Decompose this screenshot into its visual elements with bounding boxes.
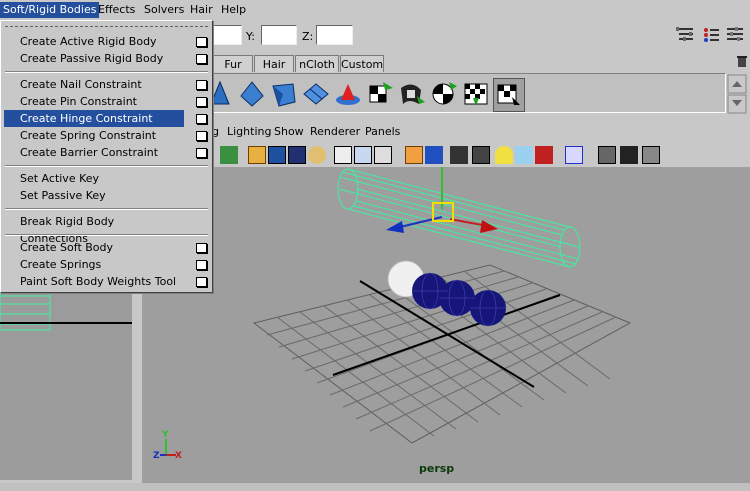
panel-menu-shading[interactable]: g	[212, 125, 219, 138]
shaded-cube-icon[interactable]	[425, 146, 443, 164]
sphere-checker-shelf-icon[interactable]	[429, 78, 459, 110]
side-viewport[interactable]	[0, 289, 132, 480]
menu-separator	[5, 71, 208, 73]
trash-icon[interactable]	[736, 55, 748, 68]
option-box-icon[interactable]	[196, 131, 207, 141]
option-box-icon[interactable]	[196, 114, 207, 124]
selected-shelf-icon[interactable]	[493, 78, 525, 112]
x-field[interactable]	[212, 25, 242, 45]
bottom-bar	[0, 483, 750, 491]
panel-menubar: g Lighting Show Renderer Panels	[140, 123, 750, 143]
menu-help[interactable]: Help	[218, 2, 249, 18]
cone-field-shelf-icon[interactable]	[333, 78, 363, 110]
perspective-viewport[interactable]: Y Z X	[142, 167, 750, 483]
xray-icon[interactable]	[405, 146, 423, 164]
panel-menu-renderer[interactable]: Renderer	[310, 125, 360, 138]
shelf-icon-area	[200, 73, 726, 113]
ice-cube-icon[interactable]	[515, 146, 533, 164]
panel-menu-panels[interactable]: Panels	[365, 125, 400, 138]
camera-label: persp	[419, 462, 455, 475]
resolution-gate-icon[interactable]	[288, 146, 306, 164]
side-viewport-canvas	[0, 289, 132, 331]
y-field[interactable]	[261, 25, 297, 45]
attribute-editor-icon[interactable]	[675, 26, 697, 44]
plane-shelf-icon[interactable]	[301, 78, 331, 110]
hud-icon[interactable]	[598, 146, 616, 164]
axis-z-label: Z	[153, 451, 160, 461]
option-box-icon[interactable]	[196, 80, 207, 90]
smooth-shade-icon[interactable]	[354, 146, 372, 164]
camera-attr-icon[interactable]	[220, 146, 238, 164]
option-box-icon[interactable]	[196, 148, 207, 158]
axis-y-label: Y	[161, 430, 169, 440]
option-box-icon[interactable]	[196, 243, 207, 253]
tool-settings-icon[interactable]	[725, 26, 747, 44]
menu-item-break-rigid-body-connections[interactable]: Break Rigid Body Connections	[4, 213, 184, 245]
tab-hair[interactable]: Hair	[254, 55, 294, 72]
menu-item-paint-soft-body-weights-tool[interactable]: Paint Soft Body Weights Tool	[4, 273, 184, 290]
lighting-all-icon[interactable]	[472, 146, 490, 164]
film-gate-icon[interactable]	[268, 146, 286, 164]
soft-rigid-bodies-menu: Create Active Rigid Body Create Passive …	[0, 20, 213, 293]
z-label: Z:	[302, 30, 314, 43]
menu-solvers[interactable]: Solvers	[141, 2, 187, 18]
main-menubar: Soft/Rigid Bodies Effects Solvers Hair H…	[0, 0, 750, 20]
panel-menu-show[interactable]: Show	[274, 125, 304, 138]
menu-item-create-active-rigid-body[interactable]: Create Active Rigid Body	[4, 33, 184, 50]
menu-item-create-passive-rigid-body[interactable]: Create Passive Rigid Body	[4, 50, 184, 67]
safe-frame-icon[interactable]	[620, 146, 638, 164]
axis-indicator	[160, 439, 176, 456]
menu-item-create-soft-body[interactable]: Create Soft Body	[4, 239, 184, 256]
grid-toggle-icon[interactable]	[248, 146, 266, 164]
joint-icon[interactable]	[642, 146, 660, 164]
tab-custom[interactable]: Custom	[340, 55, 384, 72]
menu-item-set-passive-key[interactable]: Set Passive Key	[4, 187, 184, 204]
cloth-shelf-icon[interactable]	[397, 78, 427, 110]
checker-cube-shelf-icon[interactable]	[461, 78, 491, 110]
wedge-shelf-icon[interactable]	[269, 78, 299, 110]
red-cube-icon[interactable]	[535, 146, 553, 164]
dark-cube-icon[interactable]	[450, 146, 468, 164]
option-box-icon[interactable]	[196, 260, 207, 270]
menu-item-create-spring-constraint[interactable]: Create Spring Constraint	[4, 127, 184, 144]
option-box-icon[interactable]	[196, 97, 207, 107]
viewport-canvas: Y Z X	[153, 167, 632, 461]
menu-tearoff[interactable]	[5, 26, 208, 31]
menu-item-create-pin-constraint[interactable]: Create Pin Constraint	[4, 93, 184, 110]
menu-separator	[5, 234, 208, 236]
option-box-icon[interactable]	[196, 37, 207, 47]
menu-separator	[5, 165, 208, 167]
menu-soft-rigid-bodies[interactable]: Soft/Rigid Bodies	[0, 2, 100, 18]
checker-arrow-shelf-icon[interactable]	[365, 78, 395, 110]
z-field[interactable]	[316, 25, 353, 45]
menu-effects[interactable]: Effects	[95, 2, 138, 18]
default-light-icon[interactable]	[495, 146, 513, 164]
tab-ncloth[interactable]: nCloth	[295, 55, 339, 72]
menu-item-create-barrier-constraint[interactable]: Create Barrier Constraint	[4, 144, 184, 161]
isolate-select-icon[interactable]	[565, 146, 583, 164]
tab-fur[interactable]: Fur	[213, 55, 253, 72]
wireframe-icon[interactable]	[334, 146, 352, 164]
image-plane-icon[interactable]	[308, 146, 326, 164]
texture-icon[interactable]	[374, 146, 392, 164]
panel-toolbar	[140, 143, 750, 167]
axis-x-label: X	[175, 451, 182, 461]
shelf-scroll-buttons[interactable]	[727, 74, 747, 114]
hinge-cylinder-wireframe	[337, 168, 581, 268]
panel-menu-lighting[interactable]: Lighting	[227, 125, 271, 138]
menu-item-create-hinge-constraint[interactable]: Create Hinge Constraint	[4, 110, 184, 127]
y-label: Y:	[246, 30, 255, 43]
pyramid-shelf-icon[interactable]	[237, 78, 267, 110]
channel-box-icon[interactable]	[700, 26, 722, 44]
option-box-icon[interactable]	[196, 277, 207, 287]
menu-item-set-active-key[interactable]: Set Active Key	[4, 170, 184, 187]
menu-item-create-springs[interactable]: Create Springs	[4, 256, 184, 273]
menu-hair[interactable]: Hair	[187, 2, 216, 18]
menu-separator	[5, 208, 208, 210]
menu-item-create-nail-constraint[interactable]: Create Nail Constraint	[4, 76, 184, 93]
option-box-icon[interactable]	[196, 54, 207, 64]
